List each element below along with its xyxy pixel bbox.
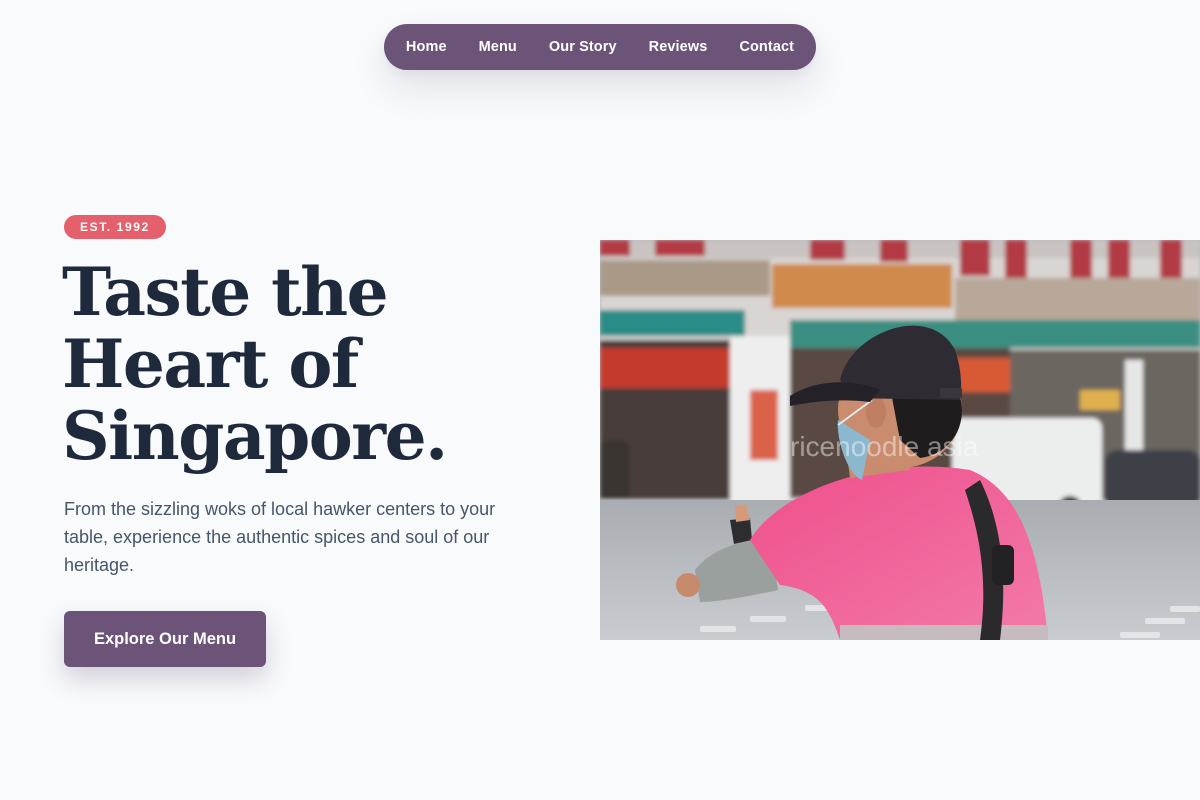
nav-link-home[interactable]: Home [406,39,447,55]
nav-link-contact[interactable]: Contact [739,39,794,55]
main-nav: Home Menu Our Story Reviews Contact [384,24,816,70]
nav-link-our-story[interactable]: Our Story [549,39,617,55]
hero-image: ricenoodle asia [600,240,1200,640]
image-watermark: ricenoodle asia [790,431,979,462]
nav-link-menu[interactable]: Menu [479,39,517,55]
headline-line-3: Singapore. [62,397,448,475]
page: Home Menu Our Story Reviews Contact EST.… [0,0,1200,800]
headline-line-1: Taste the [62,253,389,331]
hero-headline: Taste the Heart of Singapore. [62,256,562,472]
nav-link-reviews[interactable]: Reviews [649,39,708,55]
explore-menu-button[interactable]: Explore Our Menu [64,611,266,667]
hero-description: From the sizzling woks of local hawker c… [64,499,496,575]
headline-line-2: Heart of [62,325,359,403]
established-badge: EST. 1992 [64,215,166,239]
hero-photo-illustration: ricenoodle asia [600,240,1200,640]
